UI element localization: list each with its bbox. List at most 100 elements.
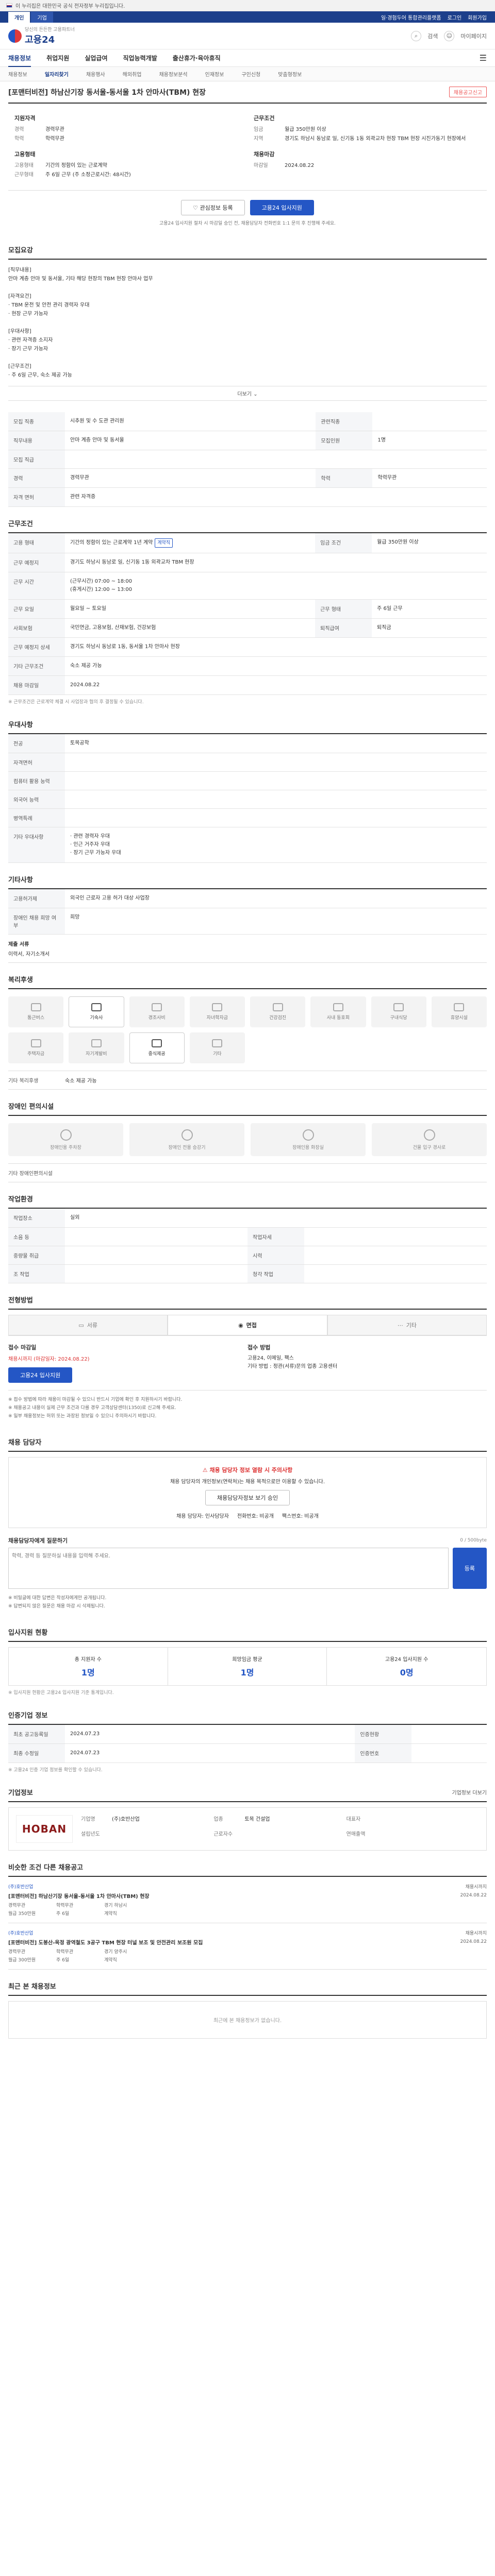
contact-warning: 채용 담당자 정보 열람 시 주의사항: [209, 1467, 293, 1473]
search-label[interactable]: 검색: [427, 32, 438, 40]
row-value: [65, 1246, 248, 1265]
nav-jobs[interactable]: 채용정보: [8, 54, 31, 67]
row-key: 직무내용: [8, 431, 65, 450]
facility-label: 건물 입구 경사로: [412, 1145, 446, 1150]
method-tab-label: 기타: [406, 1322, 417, 1329]
similar-job-row[interactable]: (주)호반산업 [포맨터비전] 도봉산-옥정 광역철도 3공구 TBM 현장 터널…: [8, 1923, 487, 1970]
flag-icon: [6, 3, 12, 8]
similar-meta-item: 경기 하남시: [104, 1903, 127, 1908]
kv-value: 경력무관: [45, 127, 64, 132]
kv-key: 고용형태: [14, 163, 34, 168]
mypage-label[interactable]: 마이페이지: [460, 32, 487, 40]
similar-company: (주)호반산업: [8, 1885, 34, 1890]
announce-note: ※ 고용24 인증 기업 정보를 확인할 수 있습니다.: [8, 1768, 103, 1773]
company-field: 대표자: [346, 1815, 479, 1828]
qna-submit-button[interactable]: 등록: [452, 1548, 487, 1589]
row-key: 기타 우대사항: [8, 827, 65, 863]
work-experience-link[interactable]: 일·경험두어 통합관리플랫폼: [381, 13, 441, 21]
contact-field-label: 채용 담당자: [176, 1514, 202, 1519]
similar-title[interactable]: [포맨터비전] 도봉산-옥정 광역철도 3공구 TBM 현장 터널 보조 및 안…: [8, 1938, 203, 1946]
row-value-text: 시추원 및 수 도관 관리원: [70, 418, 124, 424]
stat-label: 총 지원자 수: [74, 1657, 102, 1663]
row-key: 작업자세: [248, 1227, 304, 1246]
utility-bar: 개인 기업 일·경험두어 통합관리플랫폼 로그인 회원가입: [0, 11, 495, 23]
search-icon[interactable]: ⌕: [411, 30, 422, 41]
facility-section: 장애인 편의시설 장애인용 주차장 장애인 전용 승강기 장애인용 화장실 건물 입구…: [8, 1090, 487, 1182]
online-apply-button[interactable]: 고용24 입사지원: [250, 200, 314, 215]
user-icon[interactable]: ☺: [444, 30, 455, 41]
company-field: 근로자수: [213, 1830, 346, 1843]
nav-unemployment-benefit[interactable]: 실업급여: [85, 54, 107, 62]
welfare-item: 구내식당: [371, 996, 426, 1027]
tab-individual[interactable]: 개인: [8, 11, 30, 23]
nav-parental-leave[interactable]: 출산휴가·육아휴직: [173, 54, 221, 62]
subnav-find-job[interactable]: 일자리찾기: [45, 70, 69, 78]
contact-view-button[interactable]: 채용담당자정보 보기 승인: [205, 1490, 290, 1505]
welfare-item: 기숙사: [69, 996, 124, 1027]
qna-input[interactable]: [8, 1548, 449, 1589]
kv-value: 경기도 하남시 동남로 일, 신기동 1동 외곽교차 현장 TBM 현장 시진가…: [285, 136, 466, 142]
stat-number: 0명: [400, 1668, 414, 1677]
row-key: 학력: [316, 468, 373, 488]
more-button[interactable]: 더보기 ⌄: [8, 386, 487, 401]
subnav-events[interactable]: 채용행사: [86, 70, 105, 78]
row-value: 토목공학: [65, 734, 487, 753]
row-value: [65, 1264, 248, 1283]
table-row: 기타 근무조건 숙소 제공 가능: [8, 656, 487, 676]
method-tab-document[interactable]: ▭ 서류: [8, 1315, 168, 1335]
subnav-overseas[interactable]: 해외취업: [123, 70, 142, 78]
row-value: 경기도 하남시 동남로 일, 신기동 1동 외곽교차 TBM 현장: [65, 553, 487, 572]
welfare-icon: [454, 1003, 465, 1011]
similar-deadline: 채용시까지 2024.08.22: [460, 1885, 487, 1898]
row-key: 모집 직종: [8, 412, 65, 431]
row-value: 시추원 및 수 도관 관리원: [65, 412, 316, 431]
nav-vocational-training[interactable]: 직업능력개발: [123, 54, 157, 62]
similar-meta-item: 주 6일: [56, 1958, 70, 1963]
facility-item: 건물 입구 경사로: [372, 1123, 487, 1156]
company-more-link[interactable]: 기업정보 더보기: [452, 1788, 487, 1796]
similar-job-row[interactable]: (주)호반산업 [포맨터비전] 하남산기장 동서울-동서울 1차 안마사(TBM)…: [8, 1877, 487, 1923]
welfare-label: 자녀학자금: [206, 1015, 228, 1021]
signup-link[interactable]: 회원가입: [468, 13, 487, 21]
row-key: 모집 직급: [8, 450, 65, 469]
method-tab-etc[interactable]: ⋯ 기타: [327, 1315, 487, 1335]
similar-meta-item: 주 6일: [56, 1911, 70, 1917]
welfare-extra-value: 숙소 제공 가능: [65, 1078, 97, 1084]
row-key: 고용 형태: [8, 533, 65, 553]
row-key: 최종 수정일: [8, 1743, 65, 1763]
site-logo[interactable]: 당신의 든든한 고용파트너 고용24: [8, 26, 75, 46]
company-field-value: [377, 1830, 479, 1843]
welfare-item: 기타: [189, 1032, 245, 1063]
hamburger-menu-icon[interactable]: ☰: [480, 53, 487, 63]
chevron-down-icon: ⌄: [253, 392, 258, 397]
method-apply-button[interactable]: 고용24 입사지원: [8, 1367, 73, 1383]
subnav-talent[interactable]: 인재정보: [205, 70, 224, 78]
method-tab-interview[interactable]: ◉ 면접: [168, 1315, 327, 1335]
subnav-jobs[interactable]: 채용정보: [8, 70, 27, 78]
tab-company[interactable]: 기업: [31, 11, 53, 23]
similar-meta-item: 월급 350만원: [8, 1911, 36, 1917]
row-value: 외국인 근로자 고용 허가 대상 사업장: [65, 889, 487, 908]
work-conditions-table: 고용 형태 기간의 정함이 있는 근로계약 1년 계약 계약직 임금 조건 월급 350…: [8, 533, 487, 695]
nav-employment-support[interactable]: 취업지원: [46, 54, 69, 62]
company-field-value: (주)호반산업: [112, 1817, 140, 1822]
etc-table: 고용허가제 외국인 근로자 고용 허가 대상 사업장 장애인 채용 희망 여부 희망: [8, 889, 487, 935]
subnav-analysis[interactable]: 채용정보분석: [159, 70, 187, 78]
row-value: 경기도 하남시 동남로 1동, 동서울 1차 안마사 현장: [65, 637, 487, 657]
apply-notice: 고용24 입사지원 절차 시 마감일 승인 전, 채용담당자 전화번호 1:1 …: [159, 221, 336, 226]
subnav-custom[interactable]: 맞춤형정보: [278, 70, 302, 78]
subnav-apply[interactable]: 구인신청: [241, 70, 260, 78]
method-receive-value: 고용24, 이메일, 팩스 기타 방법 : 정관(서류)문의 업종 고용센터: [248, 1355, 338, 1369]
welfare-label: 사내 동호회: [326, 1015, 350, 1021]
table-row: 사회보험 국민연금, 고용보험, 산재보험, 건강보험 퇴직급여 퇴직금: [8, 618, 487, 638]
stats-section: 입사지원 현황 총 지원자 수 1명 희망임금 평균 1명 고용24 입사지원 수 0…: [8, 1616, 487, 1699]
login-link[interactable]: 로그인: [448, 13, 462, 21]
table-row: 자격면허: [8, 753, 487, 772]
row-value: 2024.07.23: [65, 1725, 355, 1744]
welfare-icon: [212, 1003, 223, 1011]
similar-title[interactable]: [포맨터비전] 하남산기장 동서울-동서울 1차 안마사(TBM) 현장: [8, 1892, 151, 1900]
row-value: [411, 1743, 487, 1763]
scrap-button[interactable]: ♡ 관심정보 등록: [181, 200, 245, 215]
report-button[interactable]: 채용공고신고: [449, 87, 487, 97]
table-row: 외국어 능력: [8, 790, 487, 809]
